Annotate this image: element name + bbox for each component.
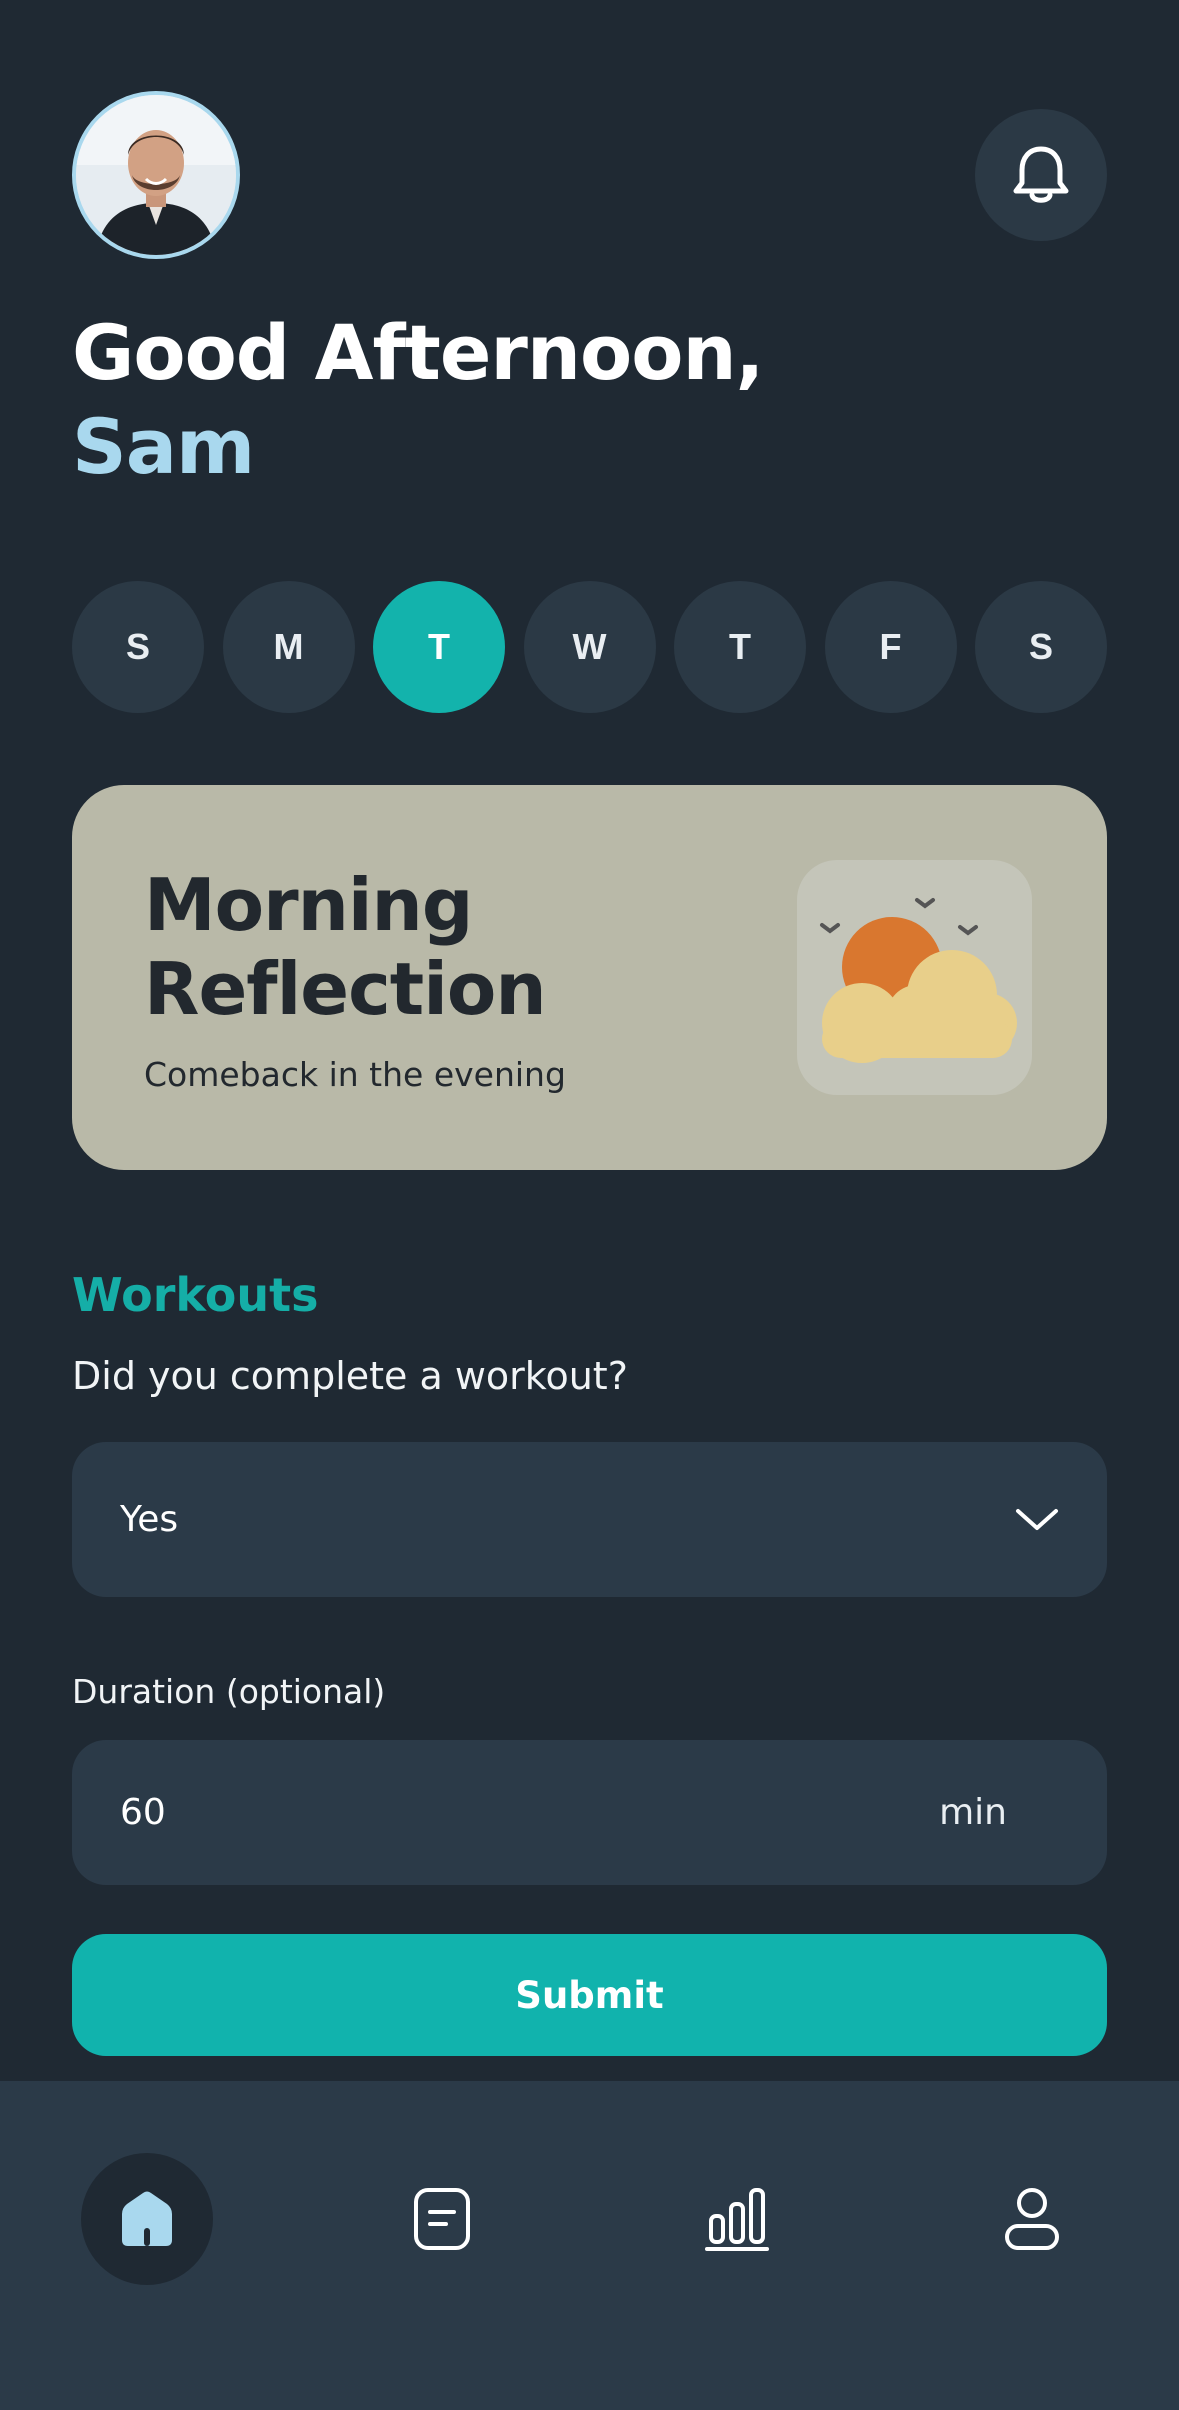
card-title: Morning Reflection [144,863,547,1031]
profile-icon [1005,2188,1059,2250]
day-monday[interactable]: M [222,581,355,713]
day-thursday[interactable]: T [674,581,806,713]
nav-stats[interactable] [671,2153,803,2285]
bottom-nav [0,2081,1179,2410]
workouts-section-title: Workouts [72,1268,319,1322]
user-name: Sam [72,402,255,491]
duration-label: Duration (optional) [72,1672,386,1711]
week-day-selector: S M T W T F S [72,581,1107,713]
workout-question: Did you complete a workout? [72,1354,628,1398]
day-sunday[interactable]: S [72,581,204,713]
chevron-down-icon [1016,1508,1058,1530]
nav-home[interactable] [81,2153,213,2285]
card-subtitle: Comeback in the evening [144,1055,566,1094]
duration-unit: min [939,1792,1007,1833]
sun-behind-clouds-icon [797,860,1032,1095]
workout-completed-select[interactable]: Yes [72,1442,1107,1597]
select-value: Yes [120,1499,179,1540]
day-tuesday-selected[interactable]: T [373,581,505,713]
day-friday[interactable]: F [824,581,957,713]
day-saturday[interactable]: S [975,581,1107,713]
home-icon [122,2191,172,2246]
notifications-button[interactable] [975,109,1107,241]
nav-profile[interactable] [966,2153,1098,2285]
stats-icon [705,2188,769,2251]
avatar[interactable] [72,91,240,259]
duration-input[interactable]: 60 min [72,1740,1107,1885]
submit-button[interactable]: Submit [72,1934,1107,2056]
user-avatar-icon [76,95,236,255]
nav-journal[interactable] [376,2153,508,2285]
greeting-heading: Good Afternoon, Sam [72,306,764,494]
greeting-text: Good Afternoon, [72,308,764,397]
morning-reflection-card[interactable]: Morning Reflection Comeback in the eveni… [72,785,1107,1170]
bell-icon [1013,146,1069,203]
journal-icon [414,2188,470,2250]
duration-value: 60 [120,1792,166,1833]
day-wednesday[interactable]: W [523,581,656,713]
